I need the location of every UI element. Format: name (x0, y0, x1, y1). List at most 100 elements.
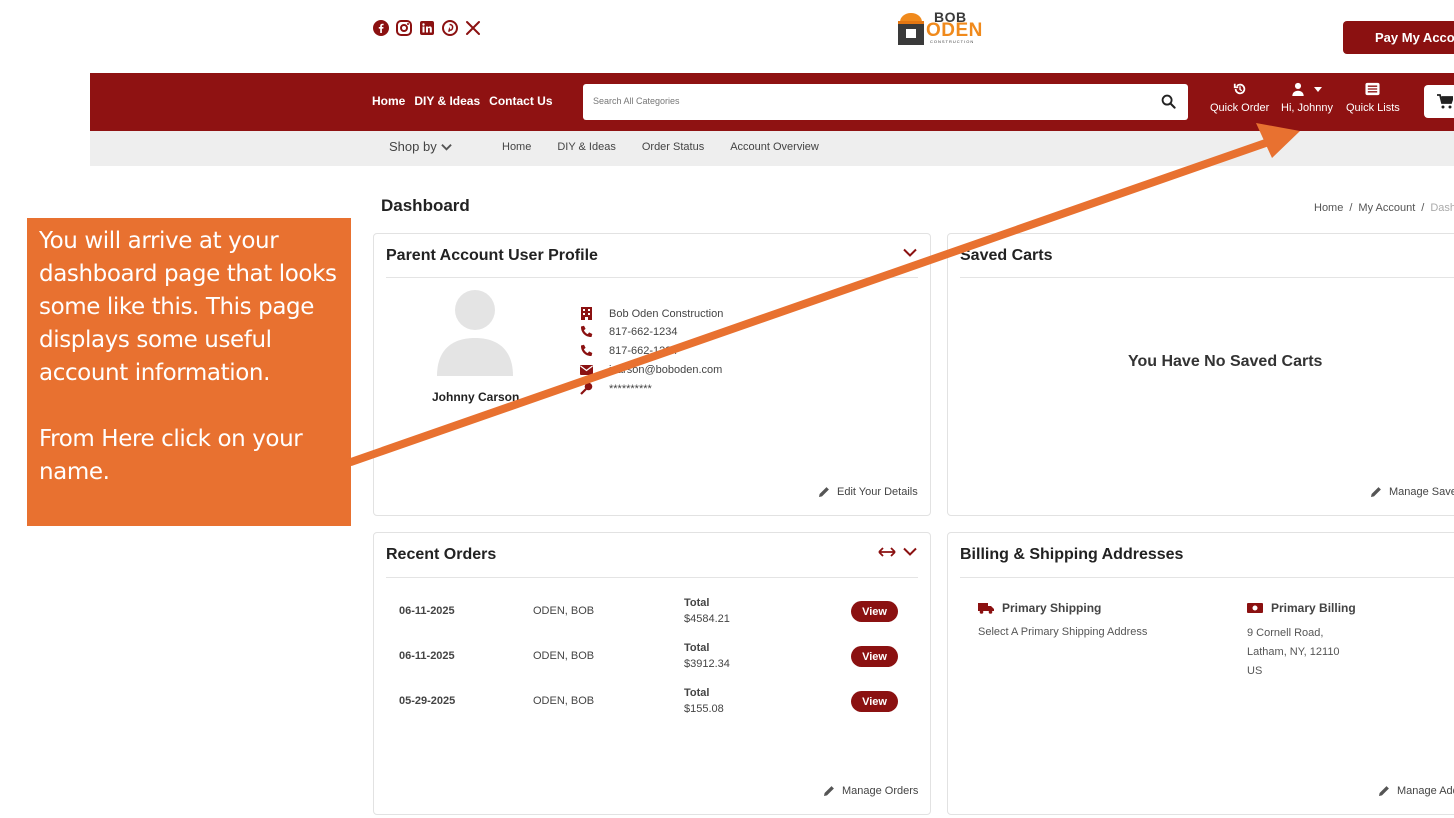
order-total-value: $4584.21 (684, 613, 730, 625)
order-total-value: $3912.34 (684, 658, 730, 670)
order-name: ODEN, BOB (533, 605, 595, 617)
saved-carts-title: Saved Carts (960, 247, 1053, 264)
breadcrumb-home[interactable]: Home (1314, 202, 1343, 214)
manage-orders-label: Manage Orders (842, 785, 919, 797)
list-icon (1365, 82, 1380, 96)
key-icon (580, 382, 593, 395)
edit-details-link[interactable]: Edit Your Details (818, 486, 918, 498)
shipping-address-text: Select A Primary Shipping Address (978, 626, 1148, 638)
nav-link-contact-us[interactable]: Contact Us (489, 94, 552, 108)
profile-email-row: jcarson@boboden.com (580, 363, 722, 376)
search-input[interactable]: Search All Categories (593, 96, 680, 106)
divider (960, 577, 1454, 578)
manage-saved-carts-label: Manage Saved Carts (1389, 486, 1454, 498)
secondary-nav-links: Home DIY & Ideas Order Status Account Ov… (502, 141, 819, 153)
pencil-icon (824, 786, 834, 796)
user-greeting[interactable]: Hi, Johnny (1281, 102, 1333, 114)
primary-billing-heading: Primary Billing (1247, 601, 1356, 615)
pay-my-account-button[interactable]: Pay My Account (1343, 21, 1454, 54)
phone-icon (580, 344, 593, 357)
avatar (437, 290, 513, 376)
subnav-link-account-overview[interactable]: Account Overview (730, 141, 819, 153)
order-total-label: Total (684, 642, 710, 654)
manage-addresses-link[interactable]: Manage Addresses (1378, 785, 1454, 797)
pencil-icon (1371, 487, 1381, 497)
pinterest-icon[interactable] (441, 19, 458, 36)
no-saved-carts-message: You Have No Saved Carts (1128, 353, 1323, 370)
order-total-value: $155.08 (684, 703, 724, 715)
breadcrumb-my-account[interactable]: My Account (1358, 202, 1415, 214)
history-icon (1233, 83, 1245, 95)
manage-saved-carts-link[interactable]: Manage Saved Carts (1370, 486, 1454, 498)
saved-carts-card (947, 233, 1454, 516)
manage-addresses-label: Manage Addresses (1397, 785, 1454, 797)
primary-billing-title: Primary Billing (1271, 601, 1356, 615)
social-links (372, 19, 481, 36)
logo-text-construction: CONSTRUCTION (930, 39, 975, 44)
truck-icon (978, 603, 994, 614)
breadcrumb-current: Dashboard (1430, 202, 1454, 214)
user-icon (1292, 82, 1304, 96)
profile-password-row: ********** (580, 382, 652, 395)
recent-orders-title: Recent Orders (386, 546, 497, 563)
search-bar[interactable]: Search All Categories (583, 84, 1188, 120)
primary-shipping-heading: Primary Shipping (978, 601, 1101, 615)
x-icon[interactable] (464, 19, 481, 36)
instagram-icon[interactable] (395, 19, 412, 36)
billing-address-line: Latham, NY, 12110 (1247, 646, 1340, 658)
cart-icon (1437, 94, 1453, 109)
nav-link-diy-ideas[interactable]: DIY & Ideas (414, 94, 480, 108)
order-total-label: Total (684, 687, 710, 699)
view-order-button[interactable]: View (851, 601, 898, 622)
quick-lists-label: Quick Lists (1346, 102, 1400, 114)
facebook-icon[interactable] (372, 19, 389, 36)
order-total-label: Total (684, 597, 710, 609)
profile-name: Johnny Carson (432, 390, 520, 404)
subnav-link-order-status[interactable]: Order Status (642, 141, 704, 153)
money-bill-icon (1247, 603, 1263, 613)
shop-by-dropdown[interactable]: Shop by (389, 139, 452, 154)
order-date: 06-11-2025 (399, 650, 455, 662)
main-nav-links: Home DIY & Ideas Contact Us (372, 94, 553, 108)
addresses-title: Billing & Shipping Addresses (960, 546, 1184, 563)
page-title: Dashboard (381, 196, 470, 215)
order-date: 06-11-2025 (399, 605, 455, 617)
chevron-down-icon (440, 143, 452, 151)
building-icon (580, 307, 593, 320)
addresses-card (947, 532, 1454, 815)
linkedin-icon[interactable] (418, 19, 435, 36)
order-name: ODEN, BOB (533, 650, 595, 662)
quick-order-button[interactable]: Quick Order (1210, 82, 1269, 114)
subnav-link-diy-ideas[interactable]: DIY & Ideas (557, 141, 616, 153)
profile-company-row: Bob Oden Construction (580, 307, 723, 320)
divider (386, 277, 918, 278)
order-name: ODEN, BOB (533, 695, 595, 707)
callout-paragraph-2: From Here click on your name. (39, 426, 303, 485)
chevron-down-icon[interactable] (903, 248, 917, 257)
order-date: 05-29-2025 (399, 695, 456, 707)
quick-order-label: Quick Order (1210, 102, 1270, 114)
view-order-button[interactable]: View (851, 691, 898, 712)
profile-company: Bob Oden Construction (609, 307, 724, 320)
pencil-icon (1379, 786, 1389, 796)
primary-shipping-title: Primary Shipping (1002, 601, 1102, 615)
manage-orders-link[interactable]: Manage Orders (823, 785, 918, 797)
phone-icon (580, 325, 593, 338)
user-menu-button[interactable]: Hi, Johnny (1281, 82, 1333, 114)
breadcrumb: Home/My Account/Dashboard (1314, 202, 1454, 214)
nav-link-home[interactable]: Home (372, 94, 405, 108)
expand-horizontal-icon[interactable] (878, 546, 896, 558)
billing-address-line: US (1247, 665, 1263, 677)
instruction-callout-text: You will arrive at your dashboard page t… (39, 225, 339, 489)
pencil-icon (819, 487, 829, 497)
divider (960, 277, 1454, 278)
chevron-down-icon[interactable] (903, 547, 917, 556)
search-icon[interactable] (1161, 94, 1176, 109)
cart-button[interactable] (1424, 85, 1454, 118)
view-order-button[interactable]: View (851, 646, 898, 667)
profile-phone1: 817-662-1234 (609, 325, 678, 338)
profile-password: ********** (609, 382, 652, 395)
subnav-link-home[interactable]: Home (502, 141, 531, 153)
profile-phone1-row: 817-662-1234 (580, 325, 678, 338)
quick-lists-button[interactable]: Quick Lists (1346, 82, 1400, 114)
